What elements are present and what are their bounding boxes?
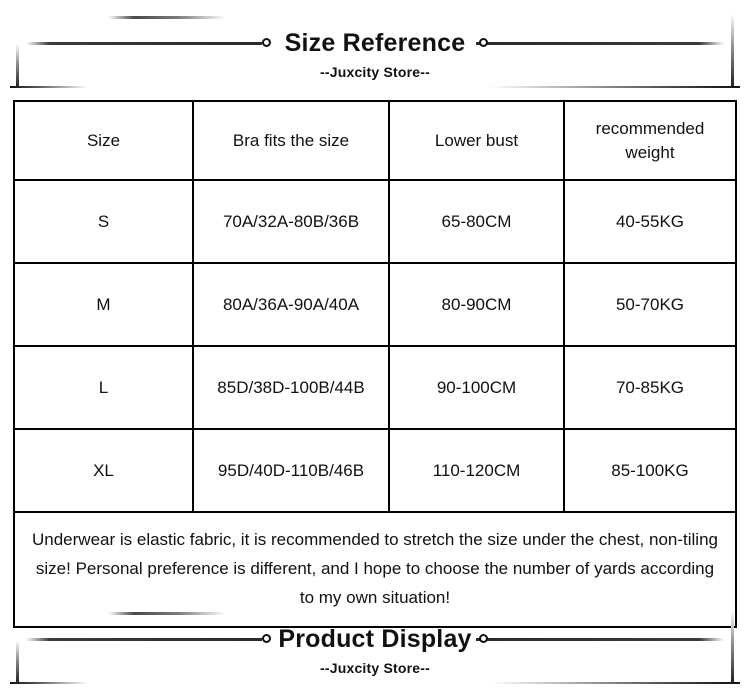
column-header-weight: recommended weight	[563, 100, 737, 181]
cell-size: L	[13, 345, 194, 430]
size-table-container: Size Bra fits the size Lower bust recomm…	[13, 100, 737, 628]
cell-size: XL	[13, 428, 194, 513]
cell-bra: 70A/32A-80B/36B	[192, 179, 390, 264]
cell-size: S	[13, 179, 194, 264]
banner-accent-line	[108, 612, 226, 615]
banner-base-left	[10, 682, 88, 684]
table-row: M 80A/36A-90A/40A 80-90CM 50-70KG	[13, 262, 737, 347]
banner-vertical-right	[731, 14, 734, 88]
page-title: Size Reference	[284, 29, 466, 57]
size-reference-banner: Size Reference --Juxcity Store--	[0, 0, 750, 92]
table-row: S 70A/32A-80B/36B 65-80CM 40-55KG	[13, 179, 737, 264]
cell-lower-bust: 65-80CM	[388, 179, 565, 264]
banner-accent-line	[108, 16, 226, 19]
footer-title: Product Display	[278, 625, 472, 653]
column-header-bra: Bra fits the size	[192, 100, 390, 181]
banner-base-right	[490, 86, 740, 88]
table-row: L 85D/38D-100B/44B 90-100CM 70-85KG	[13, 345, 737, 430]
cell-weight: 40-55KG	[563, 179, 737, 264]
column-header-size: Size	[13, 100, 194, 181]
column-header-lower-bust: Lower bust	[388, 100, 565, 181]
product-display-banner: Product Display --Juxcity Store--	[0, 596, 750, 688]
table-row: XL 95D/40D-110B/46B 110-120CM 85-100KG	[13, 428, 737, 513]
cell-lower-bust: 90-100CM	[388, 345, 565, 430]
banner-base-left	[10, 86, 88, 88]
cell-bra: 80A/36A-90A/40A	[192, 262, 390, 347]
cell-bra: 85D/38D-100B/44B	[192, 345, 390, 430]
footer-store-subtitle: --Juxcity Store--	[320, 660, 430, 676]
cell-lower-bust: 80-90CM	[388, 262, 565, 347]
banner-vertical-left	[16, 640, 19, 684]
banner-base-right	[490, 682, 740, 684]
cell-size: M	[13, 262, 194, 347]
size-reference-table: Size Bra fits the size Lower bust recomm…	[13, 100, 737, 628]
banner-vertical-left	[16, 44, 19, 88]
table-header-row: Size Bra fits the size Lower bust recomm…	[13, 100, 737, 181]
banner-vertical-right	[731, 610, 734, 684]
cell-weight: 50-70KG	[563, 262, 737, 347]
cell-bra: 95D/40D-110B/46B	[192, 428, 390, 513]
cell-lower-bust: 110-120CM	[388, 428, 565, 513]
store-subtitle: --Juxcity Store--	[320, 64, 430, 80]
cell-weight: 70-85KG	[563, 345, 737, 430]
cell-weight: 85-100KG	[563, 428, 737, 513]
